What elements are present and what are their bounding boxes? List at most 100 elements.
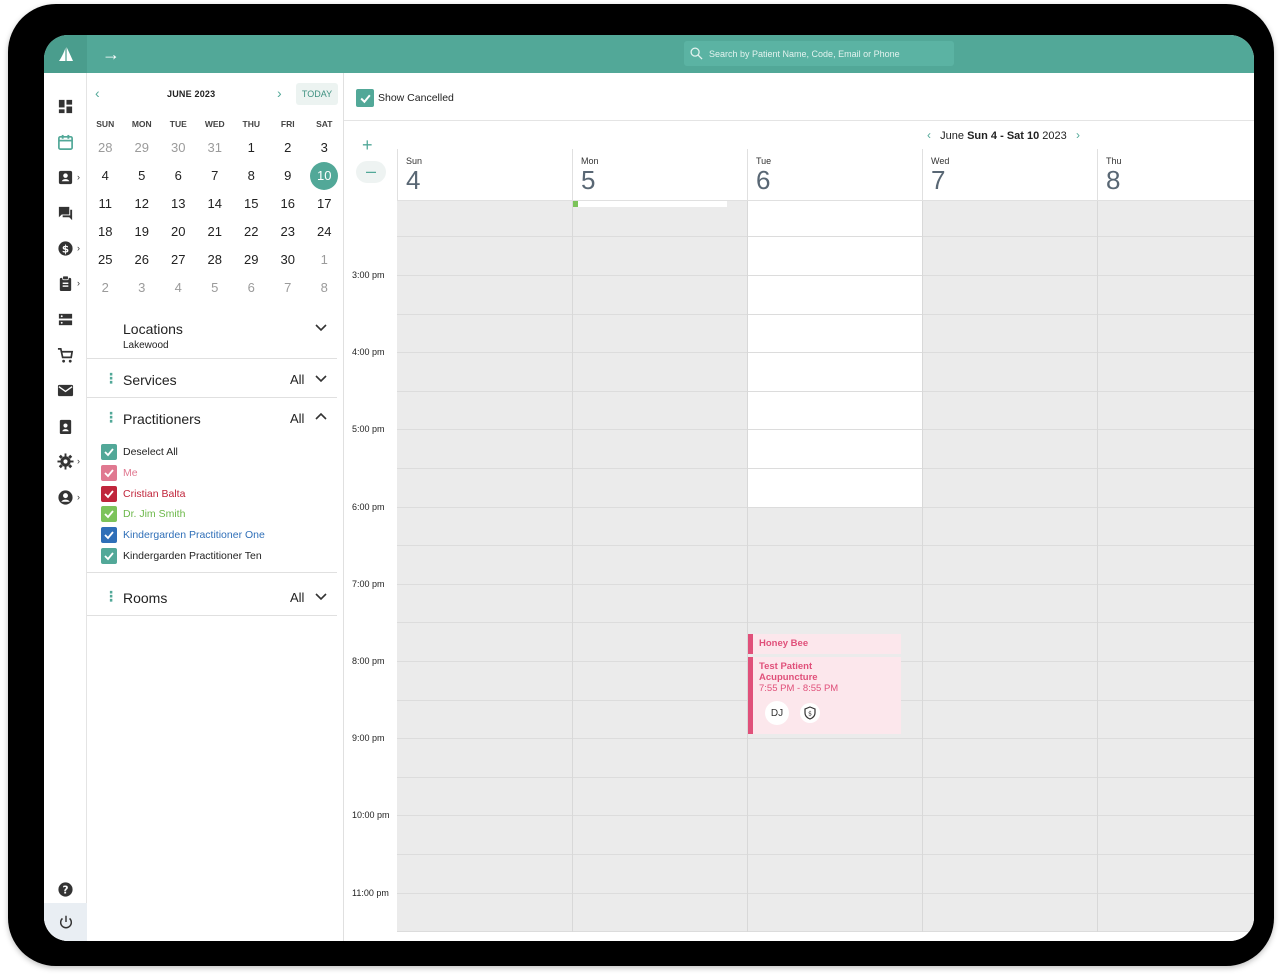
power-button[interactable] [44, 903, 87, 941]
day-header[interactable]: Wed 7 [922, 149, 1097, 201]
calendar-day[interactable]: 12 [124, 190, 161, 218]
chevron-up-icon[interactable] [315, 409, 327, 423]
calendar-day[interactable]: 20 [160, 218, 197, 246]
practitioner-checkbox[interactable] [101, 527, 117, 544]
calendar-day[interactable]: 17 [306, 190, 343, 218]
day-header[interactable]: Sun 4 [397, 149, 572, 201]
day-header[interactable]: Tue 6 [747, 149, 922, 201]
calendar-day[interactable]: 30 [270, 246, 307, 274]
practitioner-checkbox[interactable] [101, 485, 117, 502]
calendar-day[interactable]: 13 [160, 190, 197, 218]
available-slot[interactable] [747, 201, 922, 507]
services-section[interactable]: ⋮ Services All [87, 360, 337, 398]
calendar-day[interactable]: 11 [87, 190, 124, 218]
server-icon[interactable] [44, 307, 87, 331]
practitioner-checkbox[interactable] [101, 548, 117, 564]
calendar-day[interactable]: 31 [197, 134, 234, 162]
calendar-day[interactable]: 7 [270, 274, 307, 302]
calendar-day[interactable]: 3 [124, 274, 161, 302]
calendar-day[interactable]: 4 [87, 162, 124, 190]
prev-week-icon[interactable]: ‹ [927, 128, 931, 142]
calendar-day[interactable]: 29 [233, 246, 270, 274]
account-icon[interactable]: › [44, 485, 87, 509]
search-bar[interactable] [684, 41, 954, 66]
calendar-day[interactable]: 24 [306, 218, 343, 246]
week-grid[interactable]: Honey Bee Test Patient Acupuncture 7:55 PM … [397, 201, 1254, 932]
search-input[interactable] [709, 48, 939, 59]
calendar-day[interactable]: 21 [197, 218, 234, 246]
zoom-in-icon[interactable]: + [362, 135, 373, 156]
drag-handle-icon[interactable]: ⋮ [104, 409, 118, 426]
logo[interactable] [44, 35, 87, 73]
practitioner-checkbox[interactable] [101, 464, 117, 481]
day-header[interactable]: Thu 8 [1097, 149, 1254, 201]
dashboard-icon[interactable] [44, 94, 87, 118]
clipboard-icon[interactable]: › [44, 271, 87, 295]
billing-icon[interactable]: $ › [44, 236, 87, 260]
appointment-card[interactable]: Test Patient Acupuncture 7:55 PM - 8:55 PM… [748, 657, 901, 735]
show-cancelled-checkbox[interactable] [356, 89, 374, 107]
calendar-day[interactable]: 5 [197, 274, 234, 302]
calendar-day[interactable]: 6 [233, 274, 270, 302]
calendar-day[interactable]: 22 [233, 218, 270, 246]
chevron-down-icon[interactable] [315, 321, 327, 335]
appointment-partial[interactable] [573, 201, 727, 207]
calendar-day[interactable]: 5 [124, 162, 161, 190]
next-month-icon[interactable]: › [277, 85, 282, 101]
calendar-day[interactable]: 6 [160, 162, 197, 190]
drag-handle-icon[interactable]: ⋮ [104, 370, 118, 387]
calendar-day[interactable]: 30 [160, 134, 197, 162]
drag-handle-icon[interactable]: ⋮ [104, 588, 118, 605]
chevron-down-icon[interactable] [315, 372, 327, 386]
practitioner-item[interactable]: Deselect All [101, 443, 178, 461]
calendar-day[interactable]: 26 [124, 246, 161, 274]
practitioner-item[interactable]: Me [101, 464, 138, 482]
calendar-day[interactable]: 8 [233, 162, 270, 190]
practitioner-checkbox[interactable] [101, 444, 117, 460]
calendar-day[interactable]: 10 [306, 162, 343, 190]
calendar-day[interactable]: 4 [160, 274, 197, 302]
today-button[interactable]: TODAY [296, 83, 338, 105]
practitioner-item[interactable]: Kindergarden Practitioner One [101, 526, 265, 544]
calendar-day[interactable]: 18 [87, 218, 124, 246]
calendar-day[interactable]: 19 [124, 218, 161, 246]
calendar-day[interactable]: 23 [270, 218, 307, 246]
calendar-day[interactable]: 1 [233, 134, 270, 162]
mail-icon[interactable] [44, 378, 87, 402]
calendar-day[interactable]: 2 [270, 134, 307, 162]
calendar-day[interactable]: 16 [270, 190, 307, 218]
next-week-icon[interactable]: › [1076, 128, 1080, 142]
contacts-icon[interactable]: › [44, 165, 87, 189]
chat-icon[interactable] [44, 201, 87, 225]
calendar-day[interactable]: 7 [197, 162, 234, 190]
prev-month-icon[interactable]: ‹ [95, 85, 100, 101]
help-icon[interactable]: ? [44, 877, 87, 901]
zoom-out-icon[interactable]: – [356, 161, 386, 183]
appointment-card[interactable]: Honey Bee [748, 633, 901, 654]
expand-arrow-icon[interactable]: → [100, 43, 122, 65]
calendar-day[interactable]: 28 [197, 246, 234, 274]
calendar-day[interactable]: 3 [306, 134, 343, 162]
practitioner-item[interactable]: Kindergarden Practitioner Ten [101, 547, 262, 565]
calendar-icon[interactable] [44, 130, 87, 154]
calendar-day[interactable]: 1 [306, 246, 343, 274]
day-header[interactable]: Mon 5 [572, 149, 747, 201]
calendar-day[interactable]: 9 [270, 162, 307, 190]
badge-icon[interactable] [44, 414, 87, 438]
gear-icon[interactable]: › [44, 449, 87, 473]
practitioner-item[interactable]: Dr. Jim Smith [101, 505, 185, 523]
calendar-day[interactable]: 29 [124, 134, 161, 162]
calendar-day[interactable]: 2 [87, 274, 124, 302]
practitioner-item[interactable]: Cristian Balta [101, 485, 185, 503]
calendar-day[interactable]: 8 [306, 274, 343, 302]
calendar-day[interactable]: 28 [87, 134, 124, 162]
locations-section[interactable]: Locations Lakewood [87, 309, 337, 359]
rooms-section[interactable]: ⋮ Rooms All [87, 574, 337, 616]
calendar-day[interactable]: 25 [87, 246, 124, 274]
calendar-day[interactable]: 27 [160, 246, 197, 274]
chevron-down-icon[interactable] [315, 590, 327, 604]
calendar-day[interactable]: 14 [197, 190, 234, 218]
practitioner-checkbox[interactable] [101, 506, 117, 523]
avatar[interactable]: DJ [765, 701, 789, 726]
calendar-day[interactable]: 15 [233, 190, 270, 218]
